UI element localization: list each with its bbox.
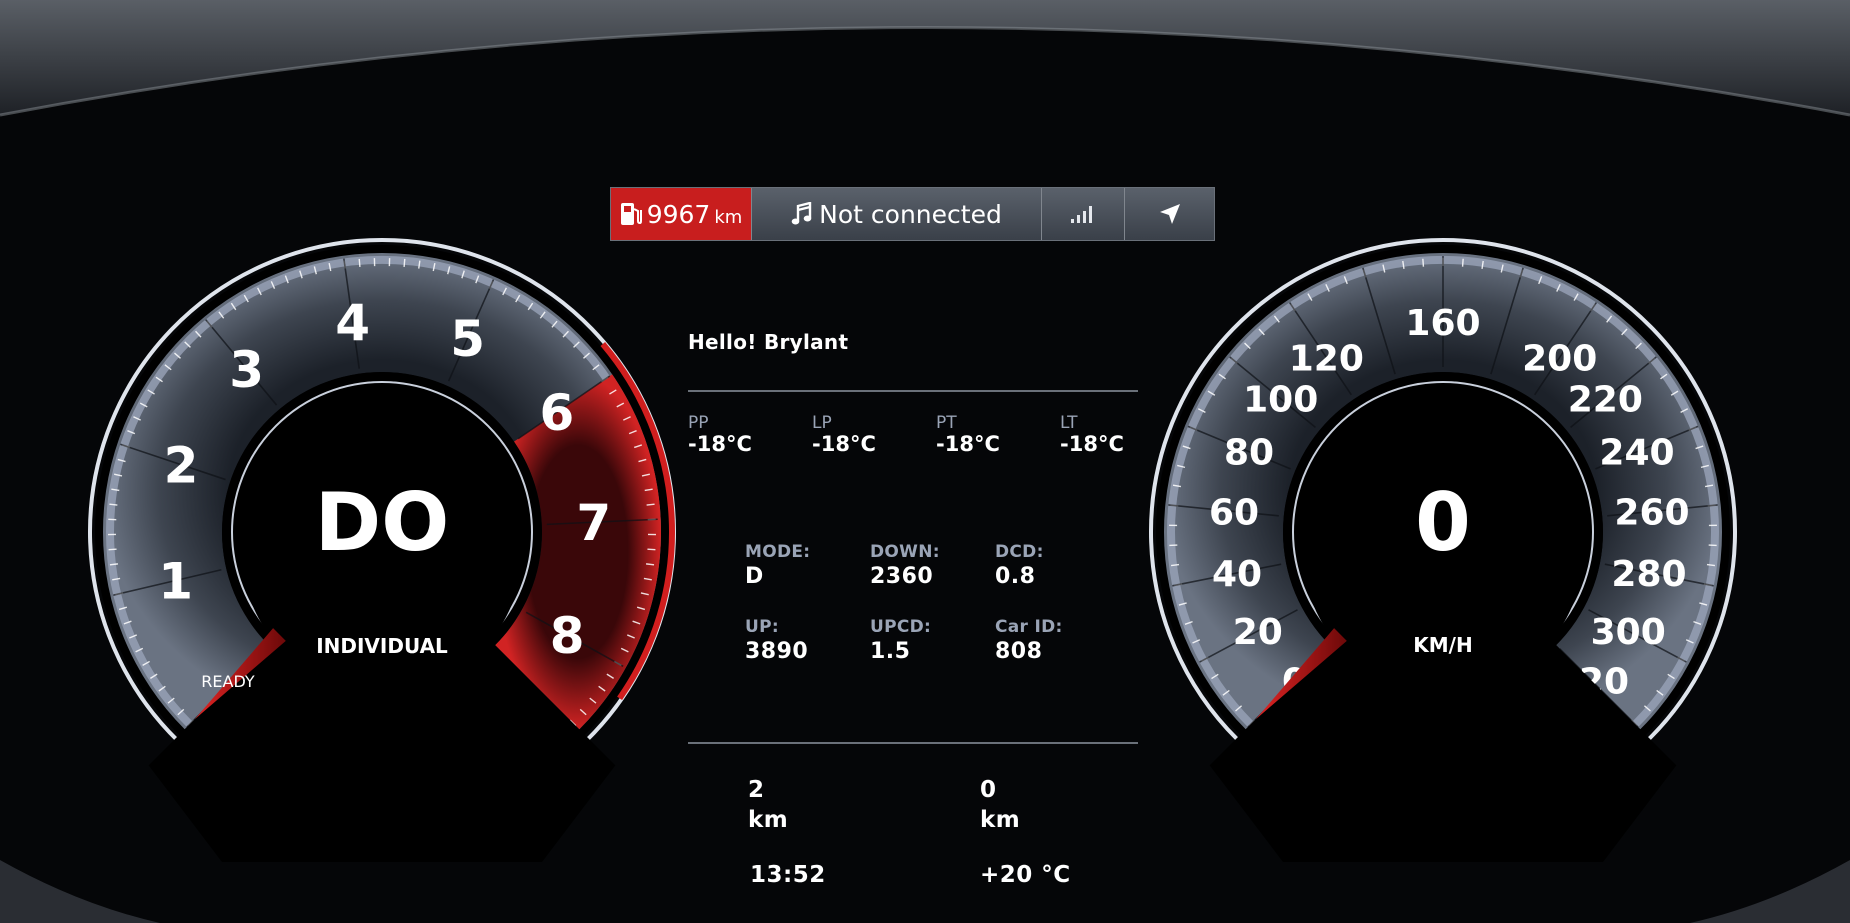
stat-mode: MODE: D xyxy=(745,542,810,592)
clock-time: 13:52 xyxy=(750,862,826,888)
trip-b: 0 km xyxy=(980,775,1020,835)
scale-label: 160 xyxy=(1405,303,1480,344)
stat-label: DOWN: xyxy=(870,542,940,562)
scale-label: 7 xyxy=(576,494,611,552)
stat-up: UP: 3890 xyxy=(745,617,808,667)
scale-label: 3 xyxy=(229,341,264,399)
minor-tick xyxy=(1706,563,1716,567)
navigation-arrow-icon xyxy=(1159,204,1180,224)
music-status-cell[interactable]: Not connected xyxy=(752,188,1042,240)
trip-a-unit: km xyxy=(748,807,789,833)
stat-upcd: UPCD: 1.5 xyxy=(870,617,931,667)
scale-label: 1 xyxy=(158,553,193,611)
speed-value: 0 xyxy=(1415,476,1471,569)
fuel-range-value: 9967 xyxy=(646,199,711,229)
temperature-label: LP xyxy=(812,413,832,433)
greeting-text: Hello! Brylant xyxy=(688,330,849,354)
scale-label: 300 xyxy=(1591,612,1666,653)
speed-unit-label: KM/H xyxy=(1413,633,1472,657)
stat-label: Car ID: xyxy=(995,617,1063,637)
minor-tick xyxy=(109,563,119,566)
fuel-pump-icon xyxy=(620,203,642,225)
temperature-value: -18°C xyxy=(1060,432,1124,456)
stat-label: UP: xyxy=(745,617,779,637)
scale-label: 200 xyxy=(1522,338,1597,379)
scale-label: 260 xyxy=(1614,492,1689,533)
temperature-label: PT xyxy=(936,413,957,433)
divider-top xyxy=(688,390,1138,392)
stat-car-id: Car ID: 808 xyxy=(995,617,1063,667)
music-status-text: Not connected xyxy=(819,199,1002,229)
temperature-value: -18°C xyxy=(688,432,752,456)
temperature-pp: PP -18°C xyxy=(688,414,752,456)
trip-b-unit: km xyxy=(980,807,1021,833)
scale-label: 20 xyxy=(1233,612,1283,653)
gear-display: DO xyxy=(315,476,449,569)
navigation-cell[interactable] xyxy=(1125,188,1214,240)
temperature-lp: LP -18°C xyxy=(812,414,876,456)
stat-value: 1.5 xyxy=(870,639,911,664)
stat-label: UPCD: xyxy=(870,617,932,637)
temperature-value: -18°C xyxy=(936,432,1000,456)
stat-down: DOWN: 2360 xyxy=(870,542,940,592)
stat-label: MODE: xyxy=(745,542,811,562)
status-bar: 9967 km Not connected xyxy=(610,187,1215,241)
scale-label: 120 xyxy=(1289,338,1364,379)
scale-label: 8 xyxy=(550,607,585,665)
temperature-label: LT xyxy=(1060,413,1078,433)
stat-label: DCD: xyxy=(995,542,1044,562)
outside-temperature: +20 °C xyxy=(980,862,1071,888)
stat-value: 2360 xyxy=(870,564,934,589)
scale-label: 4 xyxy=(335,294,370,352)
scale-label: 240 xyxy=(1599,433,1674,474)
scale-label: 100 xyxy=(1243,380,1318,421)
trip-a-value: 2 xyxy=(748,777,765,803)
minor-tick xyxy=(403,258,406,267)
minor-tick xyxy=(1422,258,1425,267)
scale-label: 40 xyxy=(1212,554,1262,595)
signal-bars-icon xyxy=(1071,206,1092,223)
signal-cell[interactable] xyxy=(1042,188,1125,240)
scale-label: 220 xyxy=(1568,380,1643,421)
scale-label: 280 xyxy=(1611,554,1686,595)
temperature-label: PP xyxy=(688,413,709,433)
minor-tick xyxy=(358,258,361,267)
stat-value: 808 xyxy=(995,639,1043,664)
temperature-pt: PT -18°C xyxy=(936,414,1000,456)
minor-tick xyxy=(1170,563,1180,567)
temperature-lt: LT -18°C xyxy=(1060,414,1124,456)
fuel-range-cell[interactable]: 9967 km xyxy=(611,188,752,240)
minor-tick xyxy=(645,563,655,566)
stat-value: D xyxy=(745,564,764,589)
speedometer-gauge: 0204060801001201602002202402602803003200… xyxy=(1149,238,1737,862)
minor-tick xyxy=(109,503,118,506)
scale-label: 2 xyxy=(164,437,199,495)
stat-dcd: DCD: 0.8 xyxy=(995,542,1044,592)
music-note-icon xyxy=(791,202,812,225)
trip-a: 2 km xyxy=(748,775,788,835)
drive-mode-label: INDIVIDUAL xyxy=(316,634,448,658)
temperature-value: -18°C xyxy=(812,432,876,456)
trip-b-value: 0 xyxy=(980,777,997,803)
stat-value: 3890 xyxy=(745,639,809,664)
minor-tick xyxy=(647,548,656,551)
scale-label: 5 xyxy=(450,310,485,368)
scale-label: 80 xyxy=(1224,433,1274,474)
minor-tick xyxy=(646,503,655,506)
minor-tick xyxy=(1461,258,1464,267)
ready-status-label: READY xyxy=(201,672,255,691)
minor-tick xyxy=(108,548,117,551)
scale-label: 6 xyxy=(540,384,575,442)
instrument-cluster: 12345678DOINDIVIDUALREADY 02040608010012… xyxy=(0,0,1850,923)
scale-label: 60 xyxy=(1209,492,1259,533)
fuel-range-unit: km xyxy=(714,206,743,228)
stat-value: 0.8 xyxy=(995,564,1036,589)
divider-bottom xyxy=(688,742,1138,744)
